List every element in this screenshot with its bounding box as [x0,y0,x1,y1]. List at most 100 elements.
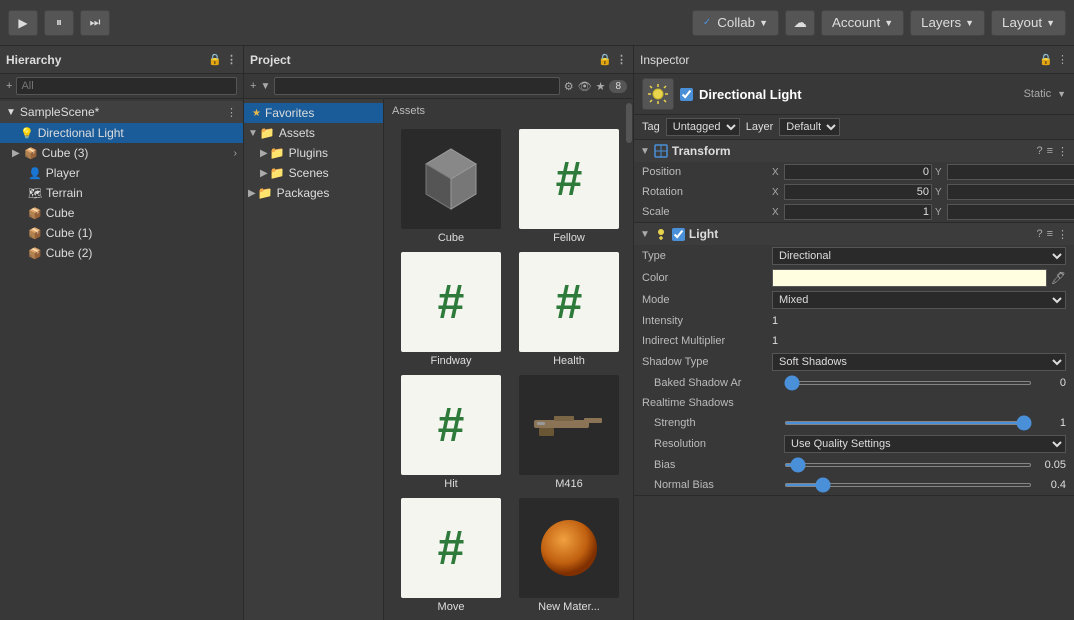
object-icon-box [642,78,674,110]
asset-m416[interactable]: M416 [514,375,621,490]
sidebar-scenes-folder[interactable]: ▶ 📁 Scenes [244,163,383,183]
sidebar-favorites[interactable]: ★ Favorites [244,103,383,123]
asset-new-material[interactable]: New Mater... [514,498,621,613]
rotation-row: Rotation X Y Z [634,182,1074,202]
light-arrow-icon: ▼ [640,229,650,240]
scene-menu-icon[interactable]: ⋮ [226,106,237,119]
static-arrow-icon[interactable]: ▼ [1057,89,1066,99]
project-eye-icon[interactable]: 👁 [578,80,592,93]
fellow-hash-icon: # [556,152,583,207]
transform-header[interactable]: ▼ Transform ? ≡ ⋮ [634,140,1074,162]
normal-bias-value: 0.4 [1036,479,1066,491]
mode-select[interactable]: Mixed [772,291,1066,309]
light-component-icons: ? ≡ ⋮ [1036,228,1068,241]
hierarchy-add-button[interactable]: + [6,80,12,92]
rotation-x-input[interactable] [784,184,932,200]
project-menu-icon[interactable]: ⋮ [616,53,627,66]
object-active-checkbox[interactable] [680,88,693,101]
directional-light-icon: 💡 [20,127,34,140]
project-filter-icon[interactable]: ⚙ [564,80,574,93]
hierarchy-item-player[interactable]: 👤 Player [0,163,243,183]
normal-bias-slider[interactable] [784,483,1032,487]
scale-y-input[interactable] [947,204,1074,220]
m416-svg [529,400,609,450]
play-button[interactable]: ▶ [8,10,38,36]
strength-slider-row: 1 [784,417,1066,429]
sidebar-plugins-folder[interactable]: ▶ 📁 Plugins [244,143,383,163]
asset-findway[interactable]: # Findway [396,252,506,367]
normal-bias-label: Normal Bias [654,479,784,491]
sidebar-assets-folder[interactable]: ▼ 📁 Assets [244,123,383,143]
asset-cube[interactable]: Cube [396,129,506,244]
cloud-button[interactable]: ☁ [785,10,815,36]
hierarchy-menu-icon[interactable]: ⋮ [226,53,237,66]
inspector-panel: Inspector 🔒 ⋮ [634,46,1074,620]
transform-settings-icon[interactable]: ≡ [1047,145,1053,158]
asset-health[interactable]: # Health [514,252,621,367]
baked-shadow-slider[interactable] [784,381,1032,385]
static-label: Static [1024,88,1052,100]
hierarchy-item-cube1[interactable]: 📦 Cube (1) [0,223,243,243]
tag-select[interactable]: Untagged [666,118,740,136]
hierarchy-lock-icon[interactable]: 🔒 [208,53,222,66]
project-star-icon[interactable]: ★ [596,80,606,93]
scale-x-input[interactable] [784,204,932,220]
normal-bias-row: Normal Bias 0.4 [634,475,1074,495]
hierarchy-item-directional-light[interactable]: 💡 Directional Light [0,123,243,143]
hierarchy-item-terrain[interactable]: 🗺 Terrain [0,183,243,203]
project-add-button[interactable]: + [250,80,256,92]
light-settings-icon[interactable]: ≡ [1047,228,1053,241]
strength-value: 1 [1036,417,1066,429]
hierarchy-item-cube2[interactable]: 📦 Cube (2) [0,243,243,263]
light-header[interactable]: ▼ Light ? ≡ ⋮ [634,223,1074,245]
bias-slider-row: 0.05 [784,459,1066,471]
light-overflow-icon[interactable]: ⋮ [1057,228,1068,241]
asset-hit[interactable]: # Hit [396,375,506,490]
layers-button[interactable]: Layers ▼ [910,10,985,36]
asset-health-label: Health [553,355,585,367]
asset-cube-label: Cube [438,232,464,244]
strength-slider[interactable] [784,421,1032,425]
step-button[interactable]: ⏭ [80,10,110,36]
project-panel: Project 🔒 ⋮ + ▼ ⚙ 👁 ★ 8 ★ Favorites ▼ [244,46,634,620]
hierarchy-item-cube[interactable]: 📦 Cube [0,203,243,223]
position-y-input[interactable] [947,164,1074,180]
sidebar-packages-folder[interactable]: ▶ 📁 Packages [244,183,383,203]
layer-select[interactable]: Default [779,118,840,136]
asset-move-thumb: # [401,498,501,598]
asset-move[interactable]: # Move [396,498,506,613]
resolution-select[interactable]: Use Quality Settings [784,435,1066,453]
scene-header[interactable]: ▼ SampleScene* ⋮ [0,101,243,123]
hierarchy-item-label: Cube (2) [46,246,93,260]
player-icon: 👤 [28,167,42,180]
object-header: Directional Light Static ▼ [634,74,1074,115]
light-active-checkbox[interactable] [672,228,685,241]
indirect-row: Indirect Multiplier 1 [634,331,1074,351]
project-lock-icon[interactable]: 🔒 [598,53,612,66]
shadow-type-row: Shadow Type Soft Shadows [634,351,1074,373]
project-search-input[interactable] [274,77,559,95]
account-button[interactable]: Account ▼ [821,10,904,36]
bias-slider[interactable] [784,463,1032,467]
pause-button[interactable]: ⏸ [44,10,74,36]
collab-button[interactable]: ✓ Collab ▼ [692,10,779,36]
project-scrollbar[interactable] [625,99,633,620]
asset-m416-thumb [519,375,619,475]
color-picker-icon[interactable]: 🖊 [1051,271,1066,285]
asset-fellow[interactable]: # Fellow [514,129,621,244]
hierarchy-search-input[interactable] [16,77,237,95]
scale-y-field: Y [935,204,1074,220]
scale-y-label: Y [935,207,945,218]
light-help-icon[interactable]: ? [1036,228,1042,241]
type-select[interactable]: Directional [772,247,1066,265]
light-color-swatch[interactable] [772,269,1047,287]
inspector-menu-icon[interactable]: ⋮ [1057,53,1068,66]
rotation-y-input[interactable] [947,184,1074,200]
inspector-lock-icon[interactable]: 🔒 [1039,53,1053,66]
layout-button[interactable]: Layout ▼ [991,10,1066,36]
shadow-type-select[interactable]: Soft Shadows [772,353,1066,371]
transform-overflow-icon[interactable]: ⋮ [1057,145,1068,158]
position-x-input[interactable] [784,164,932,180]
hierarchy-item-cube3[interactable]: ▶ 📦 Cube (3) › [0,143,243,163]
transform-help-icon[interactable]: ? [1036,145,1042,158]
